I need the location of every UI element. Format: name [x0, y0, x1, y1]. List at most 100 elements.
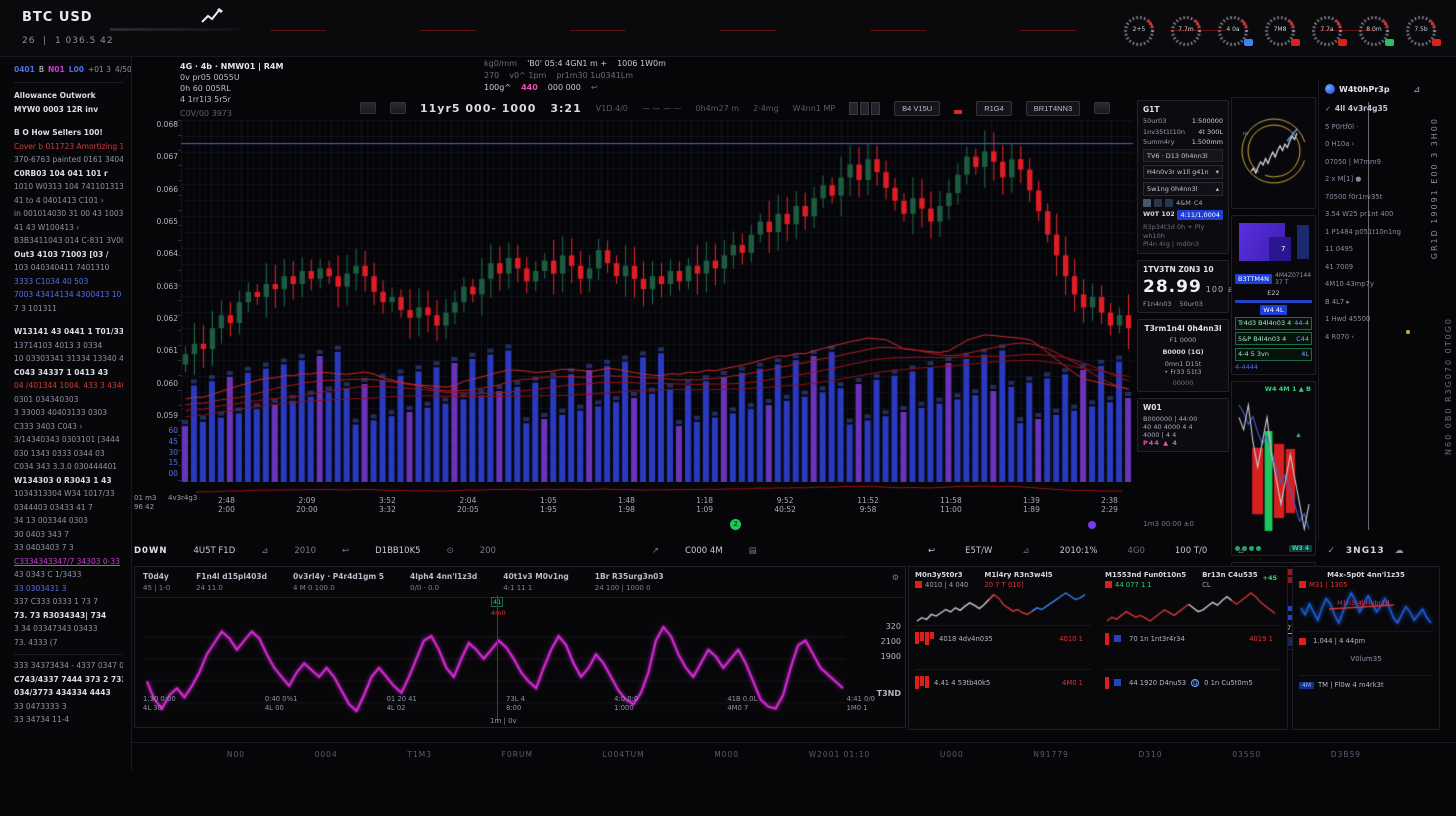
gauge-dial[interactable]: 8 0m	[1355, 12, 1393, 50]
sidebar-news-item[interactable]: 73. 4333 (7	[14, 638, 123, 649]
engie-sparkline[interactable]	[1299, 589, 1433, 627]
git-row[interactable]: 1nv35t1t10n4t 300L	[1143, 128, 1223, 136]
sidebar-news-item[interactable]: 030 1343 0333 0344 03	[14, 449, 123, 460]
hdr-tag-c[interactable]: 1006 1W0m	[617, 59, 666, 68]
bottom-tab[interactable]: F0RUM	[502, 750, 533, 759]
estw-tab[interactable]: E5T/W	[965, 546, 992, 556]
engie-row1[interactable]: 1.044 | 4 44pm	[1299, 631, 1433, 645]
toolbar-mag-opt[interactable]: 2·4mg	[753, 104, 779, 113]
advance-row[interactable]: 4018 4dv4n035 4010 1	[915, 625, 1091, 651]
watchlist-filter[interactable]: ✓ 4ll 4v3r4g35	[1325, 104, 1420, 113]
profile-panel[interactable]: W4 4M 1 ▲ B W3 4	[1231, 381, 1316, 556]
w01-hot-row[interactable]: P44 ▲ 4	[1143, 439, 1223, 447]
folder-icon[interactable]	[1143, 199, 1151, 207]
sidebar-news-item[interactable]: W134303 0 R3043 1 43	[14, 476, 123, 487]
sort-icon[interactable]: ⊿	[1413, 85, 1420, 94]
gauge-dial[interactable]: 4 0a	[1214, 12, 1252, 50]
blue-tool-icon[interactable]	[1154, 199, 1162, 207]
sidebar-news-item[interactable]: Cover b 011723 Amortizing 12	[14, 142, 123, 153]
watchlist-row[interactable]: 1 Hwd 45500	[1325, 315, 1420, 323]
layers-icon[interactable]: ⊿	[1237, 546, 1244, 556]
sidebar-news-item[interactable]: 103 040340411 7401310	[14, 263, 123, 274]
git-row[interactable]: 50ur031:500000	[1143, 117, 1223, 125]
metric[interactable]: T0d4y45 | 1-0	[143, 572, 170, 592]
sidebar-news-item[interactable]	[14, 654, 123, 658]
metric[interactable]: F1n4l d15pl403d24 11.0	[196, 572, 267, 592]
bottom-tab[interactable]: L004TUM	[603, 750, 645, 759]
w4-button[interactable]: W4 4L	[1260, 305, 1286, 315]
bottom-tab[interactable]: N00	[227, 750, 245, 759]
sidebar-news-item[interactable]: B O How Sellers 100!	[14, 128, 123, 139]
sidebar-news-item[interactable]: W13141 43 0441 1 T01/33 [33	[14, 327, 123, 338]
interarea-row[interactable]: 70 1n 1nt3r4r34 4019 1	[1105, 625, 1281, 651]
balance-row[interactable]: 4-4 5 3vn4L	[1235, 348, 1312, 361]
watchlist-row[interactable]: 4 R070 ‹	[1325, 333, 1420, 341]
sidebar-news-item[interactable]: 7003 43414134 4300413 10	[14, 290, 123, 301]
setbacks-row[interactable]: 4.41 4 53tb40k5 4M0 1	[915, 669, 1091, 695]
bottom-tab[interactable]: N91779	[1033, 750, 1068, 759]
swing-select[interactable]: 5w1ng 0h4nn3l▴	[1143, 182, 1223, 196]
watchlist-row[interactable]: 3.54 W25 pr1nt 400	[1325, 210, 1420, 218]
blue-tool-icon[interactable]	[1165, 199, 1173, 207]
sidebar-news-item[interactable]	[14, 317, 123, 324]
spark-panel-b[interactable]: M1553nd Fun0t10n544 077 1 1 Br13n C4u535…	[1105, 571, 1281, 625]
bottom-tab[interactable]: W2001 01:10	[809, 750, 871, 759]
bottom-tab[interactable]: M000	[714, 750, 739, 759]
bottom-tab[interactable]: D3B59	[1331, 750, 1361, 759]
sidebar-news-item[interactable]: 33 0403403 7 3	[14, 543, 123, 554]
sidebar-news-item[interactable]: C743/4337 7444 373 2 733-	[14, 675, 123, 686]
bl-tab-3[interactable]: 2010	[294, 546, 316, 556]
candlestick-chart[interactable]	[181, 120, 1133, 482]
sidebar-news-item[interactable]: 10 03303341 31334 13340 437	[14, 354, 123, 365]
metric[interactable]: 4lph4 4nn'l1z3d0/0 · 0.0	[410, 572, 477, 592]
sidebar-news-item[interactable]: 3/14340343 0303101 [3444	[14, 435, 123, 446]
gain-select[interactable]: H4n0v3r w1ll g41n▾	[1143, 165, 1223, 179]
settings-columns-icon[interactable]	[1094, 102, 1110, 114]
sidebar-news-item[interactable]: Allowance Outwork	[14, 91, 123, 102]
gauge-dial[interactable]: 2+5	[1120, 12, 1158, 50]
layers-icon[interactable]: ⊿	[1022, 546, 1029, 556]
balance-row[interactable]: Tr4d3 B4l4n03 444-4	[1235, 317, 1312, 330]
metric[interactable]: 40t1v3 M0v1ng4:1 11 1	[503, 572, 568, 592]
sidebar-token[interactable]: N01	[48, 65, 65, 74]
git-row[interactable]: 5umm4ry1.500mm	[1143, 138, 1223, 146]
gauge-chart-panel[interactable]	[1231, 97, 1316, 209]
watchlist-row[interactable]: 11 0495	[1325, 245, 1420, 253]
engie-row2[interactable]: 4M TM | Fl0w 4 m4rk3t	[1299, 675, 1433, 689]
sidebar-news-item[interactable]: 33 0303431 3	[14, 584, 123, 595]
metric[interactable]: 0v3rl4y · P4r4d1gm 54 M 0 100.0	[293, 572, 384, 592]
layers-icon[interactable]: ⊿	[261, 546, 268, 556]
sidebar-news-item[interactable]: 3333 C1034 40 503	[14, 277, 123, 288]
sidebar-news-item[interactable]: 30 0403 343 7	[14, 530, 123, 541]
to-tab[interactable]: 100 T/0	[1175, 546, 1207, 556]
sidebar-token[interactable]: L00	[69, 65, 84, 74]
sidebar-token[interactable]: +01 3	[88, 65, 111, 74]
visu-button[interactable]: B4 V15U	[894, 101, 940, 116]
sidebar-news-item[interactable]: 1010 W0313 104 741101313	[14, 182, 123, 193]
sidebar-news-item[interactable]: 3 33003 40403133 0303	[14, 408, 123, 419]
sidebar-news-item[interactable]: 370-6763 painted 0161 3404	[14, 155, 123, 166]
sidebar-news-item[interactable]: in 001014030 31 00 43 1003	[14, 209, 123, 220]
sidebar-news-item[interactable]: 034/3773 434334 4443	[14, 688, 123, 699]
candle-style-switch[interactable]	[849, 102, 880, 115]
sidebar-news-item[interactable]: 41 to 4 0401413 C101 ›	[14, 196, 123, 207]
save-icon[interactable]: ▤	[749, 546, 757, 556]
gauge-dial[interactable]: 7 7a	[1308, 12, 1346, 50]
watchlist-row[interactable]: 0 H10a ›	[1325, 140, 1420, 148]
sidebar-news-item[interactable]: 0301 034340303	[14, 395, 123, 406]
toolbar-wann-opt[interactable]: W4nn1 MP	[793, 104, 836, 113]
watchlist-row[interactable]: 07050 | M7mm9	[1325, 158, 1420, 166]
bl-title[interactable]: D0WN	[134, 546, 167, 556]
toolbar-mode[interactable]: V1D.4/0	[596, 104, 628, 113]
sidebar-news-item[interactable]: 73. 73 R3034343| 734	[14, 611, 123, 622]
undo-icon[interactable]: ↩	[342, 546, 349, 556]
balance-row[interactable]: 5&P B4l4n03 4C44	[1235, 332, 1312, 345]
sidebar-news-item[interactable]: 43 0343 C 1/3433	[14, 570, 123, 581]
sidebar-news-item[interactable]: 33 0473333 3	[14, 702, 123, 713]
watchlist-row[interactable]: 4M10 43mp7y	[1325, 280, 1420, 288]
sidebar-news-item[interactable]: C0RB03 104 041 101 r	[14, 169, 123, 180]
sidebar-news-item[interactable]: C3334343347/7 34303 0-33	[14, 557, 123, 568]
britanni-button[interactable]: BR1T4NN3	[1026, 101, 1080, 116]
target-icon[interactable]: ⊙	[447, 546, 454, 556]
watchlist-row[interactable]: 41 7009	[1325, 263, 1420, 271]
